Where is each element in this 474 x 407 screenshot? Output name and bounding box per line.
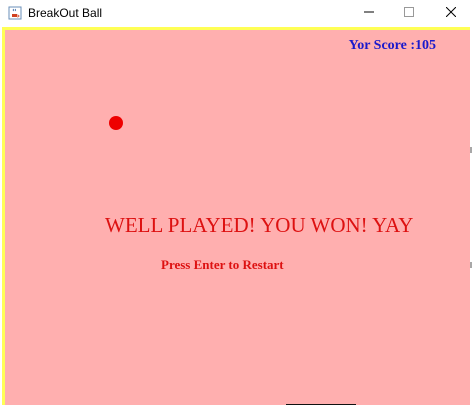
- win-message: WELL PLAYED! YOU WON! YAY: [105, 213, 414, 237]
- ball: [109, 116, 123, 130]
- paddle: [286, 404, 356, 405]
- edge-mark: [470, 147, 472, 153]
- game-canvas[interactable]: Yor Score :105 WELL PLAYED! YOU WON! YAY…: [2, 27, 470, 405]
- window-right-edge: [470, 27, 474, 407]
- game-window: BreakOut Ball Yor Score :105 WELL PLAYED…: [0, 0, 474, 407]
- edge-mark: [470, 262, 472, 268]
- window-title: BreakOut Ball: [28, 6, 103, 20]
- score-label: Yor Score :105: [348, 38, 436, 53]
- restart-message: Press Enter to Restart: [161, 257, 284, 272]
- title-bar[interactable]: BreakOut Ball: [0, 0, 474, 26]
- java-app-icon: [8, 6, 22, 20]
- close-button[interactable]: [428, 0, 474, 26]
- minimize-icon: [364, 4, 374, 22]
- maximize-icon: [404, 4, 414, 22]
- close-icon: [445, 4, 457, 22]
- maximize-button[interactable]: [386, 0, 432, 26]
